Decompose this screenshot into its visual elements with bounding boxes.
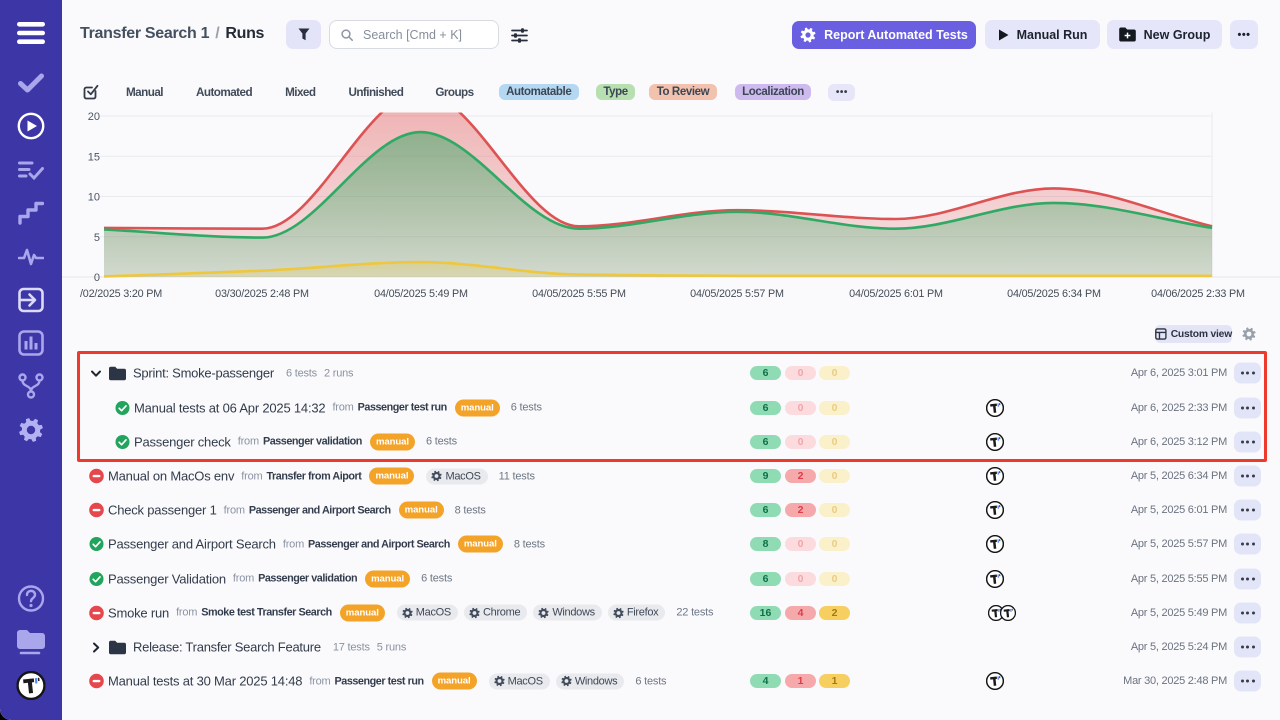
svg-text:20: 20: [88, 111, 100, 123]
svg-text:04/05/2025 5:49 PM: 04/05/2025 5:49 PM: [374, 288, 468, 300]
svg-text:0: 0: [94, 272, 100, 284]
svg-text:04/05/2025 5:55 PM: 04/05/2025 5:55 PM: [532, 288, 626, 300]
svg-text:5: 5: [94, 232, 100, 244]
svg-text:04/05/2025 6:34 PM: 04/05/2025 6:34 PM: [1007, 288, 1101, 300]
svg-text:03/30/2025 2:48 PM: 03/30/2025 2:48 PM: [215, 288, 309, 300]
svg-text:/02/2025 3:20 PM: /02/2025 3:20 PM: [80, 288, 162, 300]
svg-text:10: 10: [88, 192, 100, 204]
svg-text:15: 15: [88, 151, 100, 163]
svg-text:04/05/2025 6:01 PM: 04/05/2025 6:01 PM: [849, 288, 943, 300]
svg-text:04/05/2025 5:57 PM: 04/05/2025 5:57 PM: [690, 288, 784, 300]
svg-text:04/06/2025 2:33 PM: 04/06/2025 2:33 PM: [1151, 288, 1245, 300]
